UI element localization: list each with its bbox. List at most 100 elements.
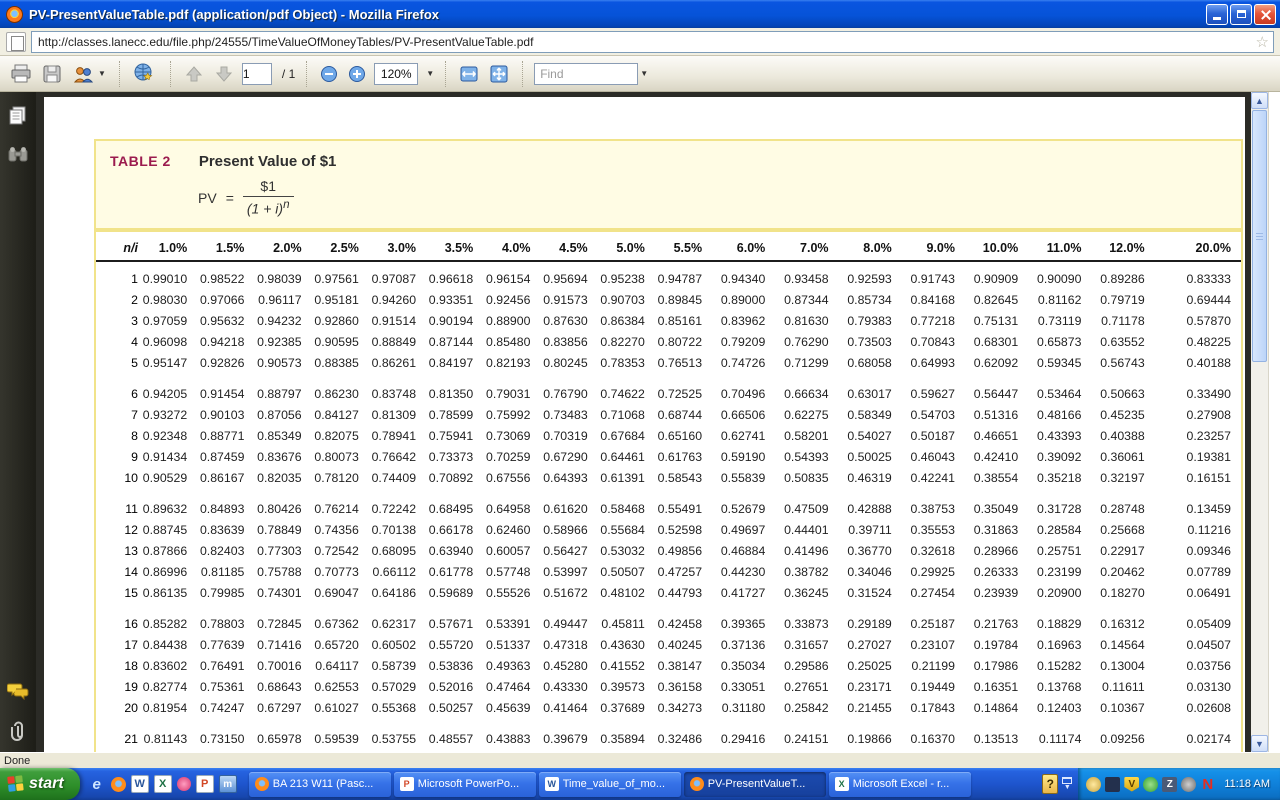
collaborate-people-icon: [72, 64, 96, 84]
word-quicklaunch-icon[interactable]: W: [131, 775, 149, 793]
msn-quicklaunch-icon[interactable]: m: [219, 775, 237, 793]
value-cell: 0.37136: [712, 638, 775, 652]
tray-icon-z[interactable]: Z: [1162, 777, 1177, 792]
value-cell: 0.39679: [540, 732, 597, 746]
page-number-input[interactable]: [242, 63, 272, 85]
collaborate-button[interactable]: ▼: [70, 60, 108, 88]
value-cell: 0.96098: [140, 335, 197, 349]
save-button[interactable]: [40, 60, 64, 88]
zoom-dropdown-caret[interactable]: ▼: [426, 69, 434, 78]
pdf-page: TABLE 2 Present Value of $1 PV = $1 (1 +…: [44, 97, 1245, 752]
value-cell: 0.88900: [483, 314, 540, 328]
value-cell: 0.75361: [197, 680, 254, 694]
value-cell: 0.11611: [1091, 680, 1154, 694]
help-icon[interactable]: ?: [1042, 774, 1058, 794]
value-cell: 0.80073: [312, 450, 369, 464]
start-button[interactable]: start: [0, 768, 80, 800]
task-button[interactable]: PMicrosoft PowerPo...: [394, 772, 536, 797]
print-button[interactable]: [8, 60, 34, 88]
value-cell: 0.18829: [1028, 617, 1091, 631]
table-row: 170.844380.776390.714160.657200.605020.5…: [96, 635, 1241, 656]
ie-quicklaunch-icon[interactable]: e: [88, 775, 106, 793]
value-cell: 0.27027: [839, 638, 902, 652]
fit-page-button[interactable]: [487, 60, 511, 88]
value-cell: 0.71299: [775, 356, 838, 370]
minimize-button[interactable]: [1206, 4, 1228, 25]
value-cell: 0.68744: [655, 408, 712, 422]
vertical-scrollbar[interactable]: ▲ ▼: [1251, 92, 1268, 752]
tray-icon-clock[interactable]: [1086, 777, 1101, 792]
tray-icon-green[interactable]: [1143, 777, 1158, 792]
value-cell: 0.03756: [1155, 659, 1241, 673]
task-button[interactable]: XMicrosoft Excel - r...: [829, 772, 971, 797]
table-row: 110.896320.848930.804260.762140.722420.6…: [96, 499, 1241, 520]
hidden-icons-chevron[interactable]: ▼: [1062, 777, 1072, 792]
value-cell: 0.48166: [1028, 408, 1091, 422]
value-cell: 0.53464: [1028, 387, 1091, 401]
column-header: 12.0%: [1091, 241, 1154, 255]
tray-icon-pointer[interactable]: [1105, 777, 1120, 792]
value-cell: 0.96117: [254, 293, 311, 307]
value-cell: 0.27651: [775, 680, 838, 694]
excel-quicklaunch-icon[interactable]: X: [154, 775, 172, 793]
media-quicklaunch-icon[interactable]: [177, 777, 191, 791]
powerpoint-quicklaunch-icon[interactable]: P: [196, 775, 214, 793]
scroll-up-arrow[interactable]: ▲: [1251, 92, 1268, 109]
value-cell: 0.45235: [1091, 408, 1154, 422]
value-cell: 0.35034: [712, 659, 775, 673]
value-cell: 0.87459: [197, 450, 254, 464]
value-cell: 0.77303: [254, 544, 311, 558]
pv-table: TABLE 2 Present Value of $1 PV = $1 (1 +…: [94, 139, 1243, 752]
column-header: 4.0%: [483, 241, 540, 255]
value-cell: 0.31657: [775, 638, 838, 652]
url-input[interactable]: [31, 31, 1274, 53]
value-cell: 0.35049: [965, 502, 1028, 516]
value-cell: 0.89286: [1091, 272, 1154, 286]
value-cell: 0.35894: [598, 732, 655, 746]
floppy-disk-icon: [42, 64, 62, 84]
value-cell: 0.72242: [369, 502, 426, 516]
zoom-in-button[interactable]: [346, 60, 368, 88]
value-cell: 0.53755: [369, 732, 426, 746]
web-button[interactable]: [131, 60, 159, 88]
scrollbar-thumb[interactable]: [1252, 110, 1267, 362]
tray-icon-gray[interactable]: [1181, 777, 1196, 792]
value-cell: 0.76214: [312, 502, 369, 516]
firefox-quicklaunch-icon[interactable]: [111, 777, 126, 792]
minimize-icon: [1213, 17, 1221, 20]
pages-panel-icon[interactable]: [7, 104, 29, 126]
tray-icon-n[interactable]: N: [1200, 777, 1215, 792]
task-button[interactable]: BA 213 W11 (Pasc...: [249, 772, 391, 797]
table-header-band: TABLE 2 Present Value of $1 PV = $1 (1 +…: [96, 141, 1241, 232]
find-dropdown-caret[interactable]: ▼: [640, 69, 648, 78]
search-panel-icon[interactable]: [7, 144, 29, 166]
comments-panel-icon[interactable]: [7, 680, 29, 702]
value-cell: 0.88771: [197, 429, 254, 443]
value-cell: 0.43883: [483, 732, 540, 746]
toolbar-separator: [119, 61, 120, 87]
attachments-panel-icon[interactable]: [7, 720, 29, 742]
scroll-down-arrow[interactable]: ▼: [1251, 735, 1268, 752]
zoom-level-value[interactable]: 120%: [374, 63, 418, 85]
bookmark-star-icon[interactable]: ☆: [1256, 33, 1269, 51]
find-input[interactable]: [534, 63, 638, 85]
value-cell: 0.02174: [1155, 732, 1241, 746]
value-cell: 0.93458: [775, 272, 838, 286]
value-cell: 0.96618: [426, 272, 483, 286]
value-cell: 0.92456: [483, 293, 540, 307]
task-button[interactable]: PV-PresentValueT...: [684, 772, 826, 797]
task-button[interactable]: WTime_value_of_mo...: [539, 772, 681, 797]
value-cell: 0.39365: [712, 617, 775, 631]
value-cell: 0.34046: [839, 565, 902, 579]
value-cell: 0.80722: [655, 335, 712, 349]
close-button[interactable]: [1254, 4, 1276, 25]
fit-width-button[interactable]: [457, 60, 481, 88]
next-page-button[interactable]: [212, 60, 236, 88]
zoom-out-button[interactable]: [318, 60, 340, 88]
tray-icon-shield[interactable]: V: [1124, 777, 1139, 792]
restore-button[interactable]: [1230, 4, 1252, 25]
value-cell: 0.58201: [775, 429, 838, 443]
value-cell: 0.47509: [775, 502, 838, 516]
pdf-viewer: TABLE 2 Present Value of $1 PV = $1 (1 +…: [0, 92, 1280, 752]
previous-page-button[interactable]: [182, 60, 206, 88]
